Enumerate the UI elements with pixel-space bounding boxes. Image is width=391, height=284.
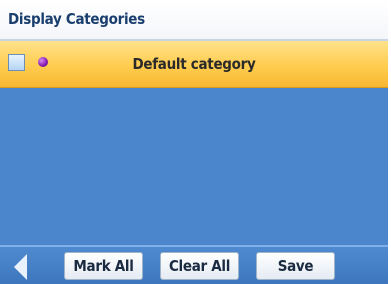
header: Display Categories — [0, 0, 388, 41]
clear-all-button[interactable]: Clear All — [160, 252, 239, 280]
category-label: Default category — [132, 55, 256, 73]
back-arrow-icon[interactable] — [14, 254, 27, 280]
category-list-empty-area — [0, 88, 388, 245]
page-title: Display Categories — [8, 10, 145, 28]
display-categories-screen: Display Categories Default category Mark… — [0, 0, 388, 284]
save-button[interactable]: Save — [256, 252, 335, 280]
bottom-toolbar: Mark All Clear All Save — [0, 245, 388, 284]
category-row-default[interactable]: Default category — [0, 41, 388, 88]
mark-all-button[interactable]: Mark All — [64, 252, 143, 280]
